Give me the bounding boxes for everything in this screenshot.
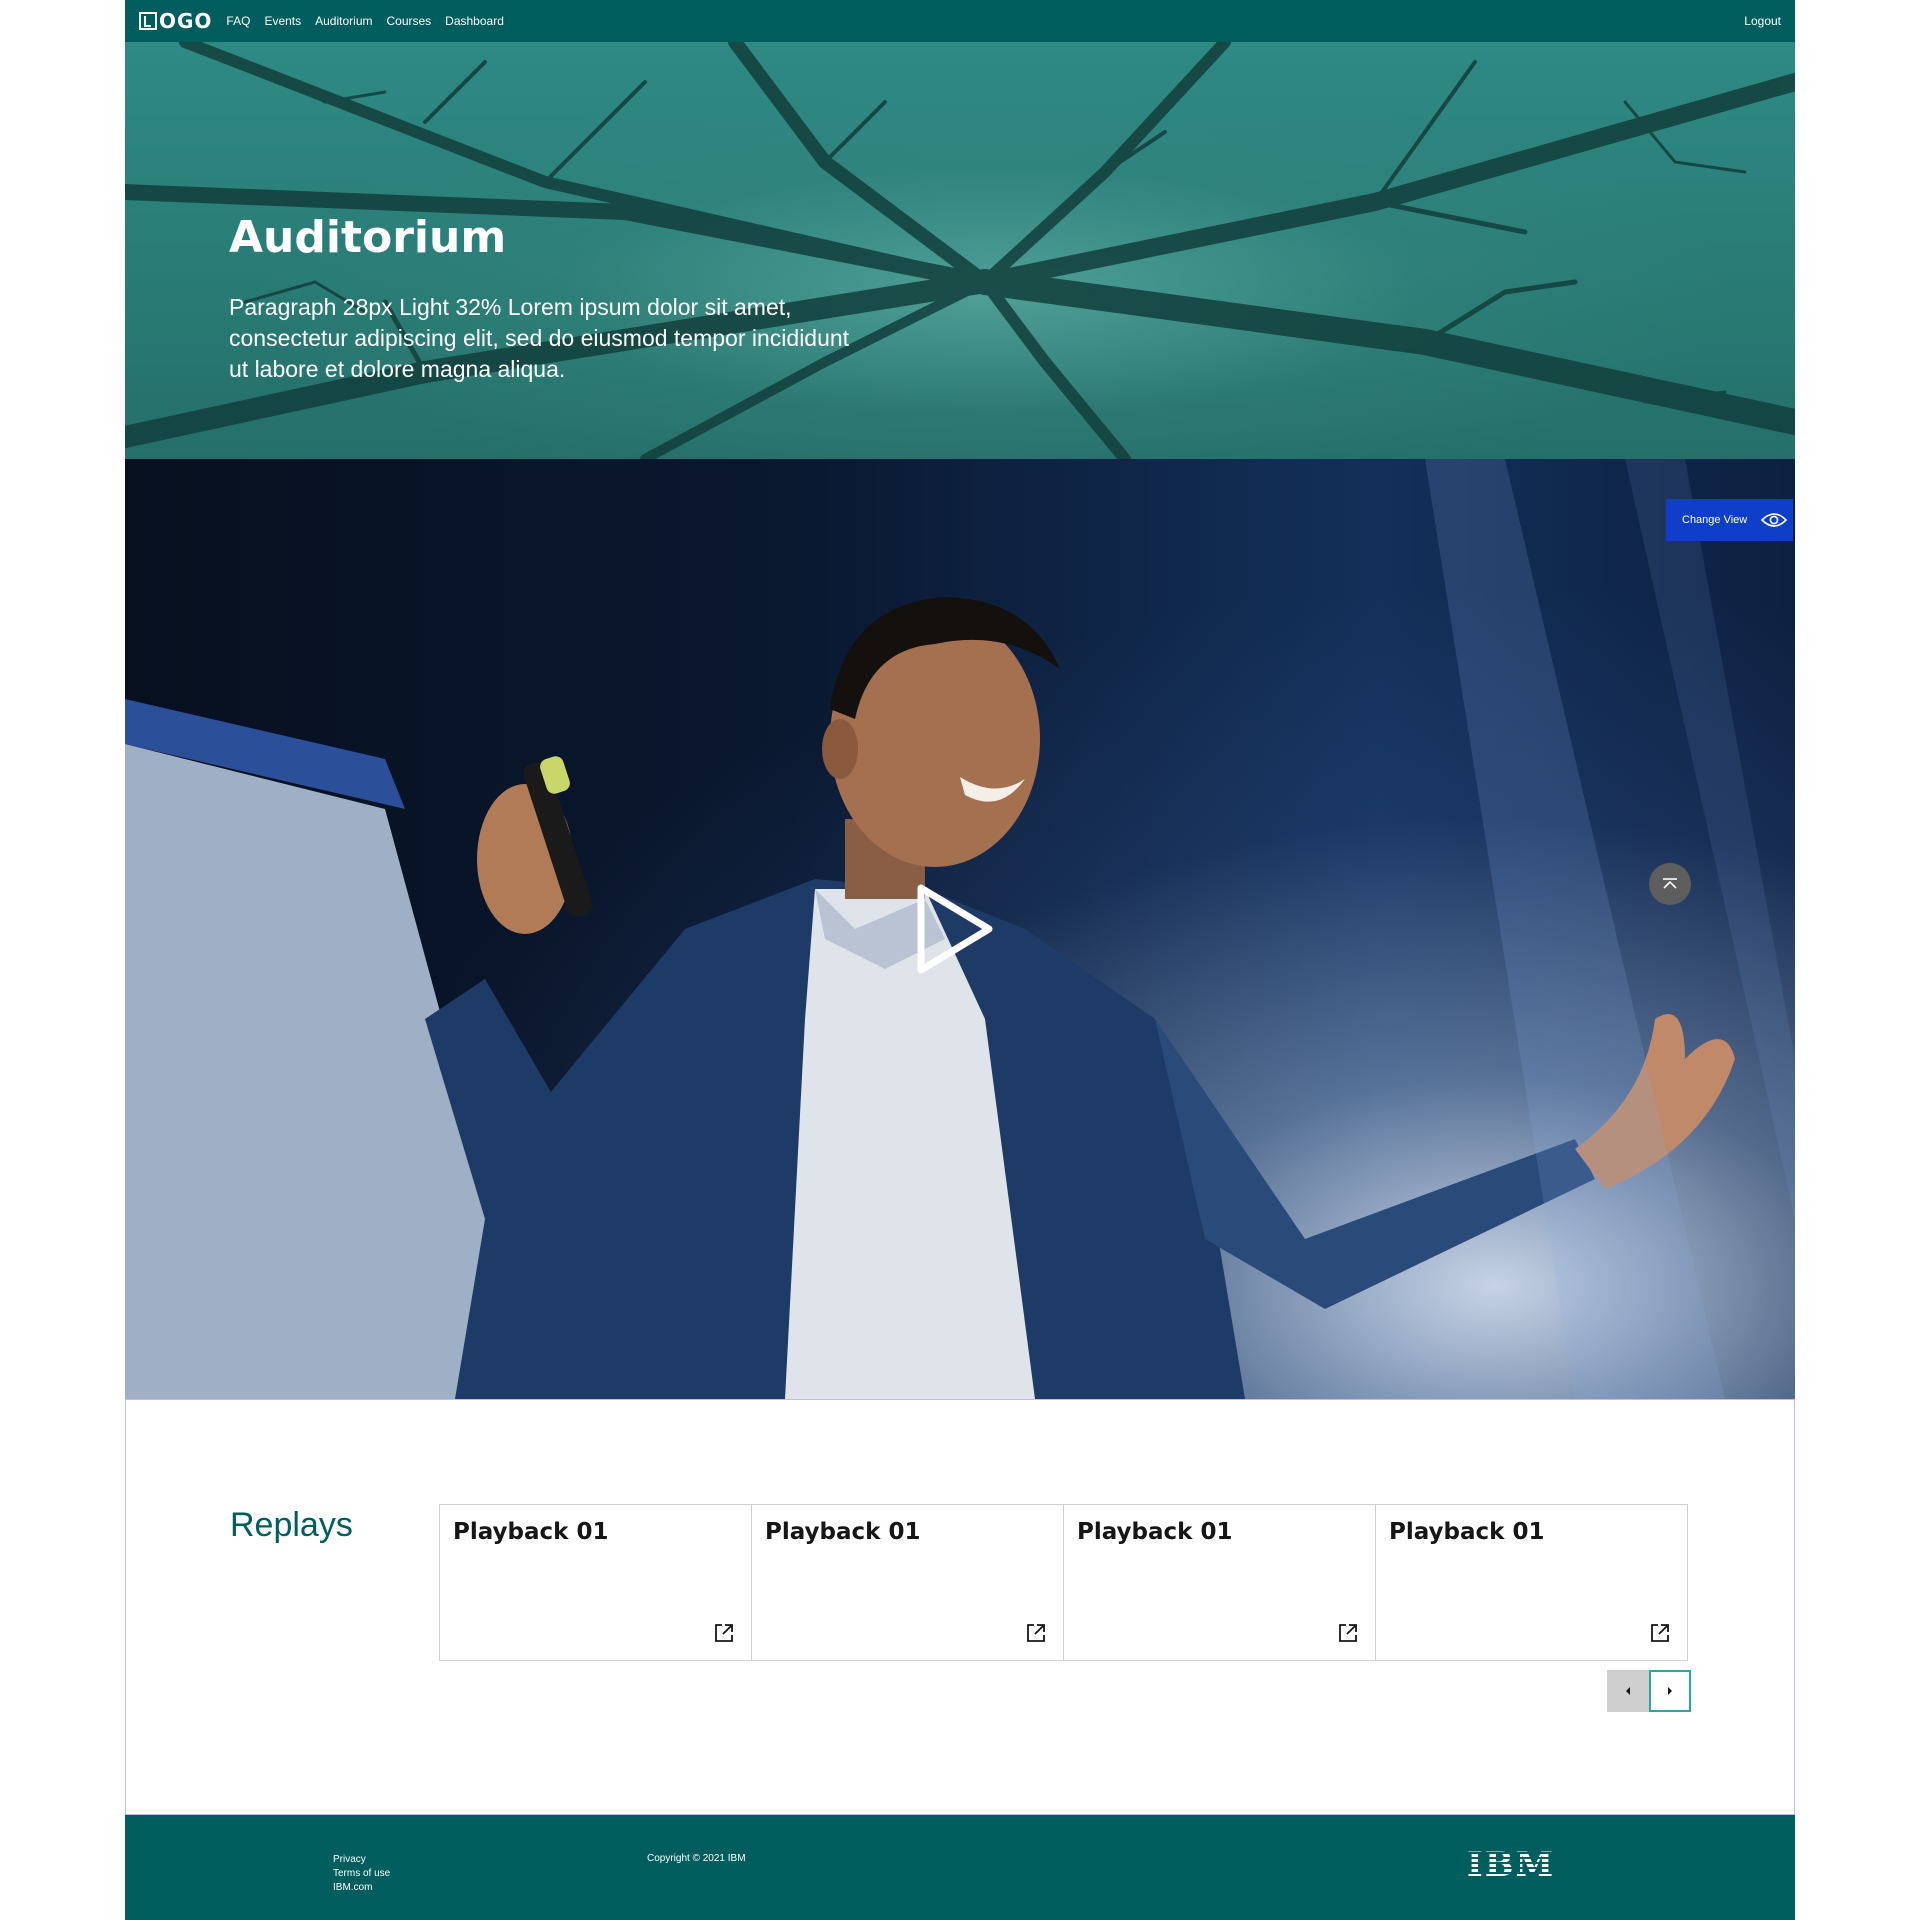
video-player[interactable]: Change View bbox=[125, 459, 1795, 1399]
copyright-text: Copyright © 2021 IBM bbox=[647, 1853, 746, 1864]
replay-card-title: Playback 01 bbox=[453, 1519, 609, 1545]
svg-text:IBM: IBM bbox=[1467, 1845, 1555, 1885]
scroll-to-top-button[interactable] bbox=[1649, 863, 1691, 905]
launch-icon bbox=[1027, 1624, 1045, 1642]
caret-left-icon bbox=[1626, 1687, 1630, 1695]
hero-banner: Auditorium Paragraph 28px Light 32% Lore… bbox=[125, 42, 1795, 459]
page: OGO FAQ Events Auditorium Courses Dashbo… bbox=[125, 0, 1795, 1920]
replay-card[interactable]: Playback 01 bbox=[1375, 1504, 1688, 1661]
launch-icon bbox=[715, 1624, 733, 1642]
replays-section: Replays Playback 01 Playback 01 Playback… bbox=[125, 1399, 1795, 1815]
footer: Privacy Terms of use IBM.com Copyright ©… bbox=[125, 1815, 1795, 1920]
footer-link-ibm-com[interactable]: IBM.com bbox=[333, 1881, 390, 1895]
replay-card[interactable]: Playback 01 bbox=[439, 1504, 752, 1661]
logo-text: OGO bbox=[159, 9, 213, 33]
top-nav: OGO FAQ Events Auditorium Courses Dashbo… bbox=[125, 0, 1795, 42]
change-view-label: Change View bbox=[1682, 514, 1748, 526]
replay-card-title: Playback 01 bbox=[1077, 1519, 1233, 1545]
nav-link-events[interactable]: Events bbox=[264, 14, 301, 28]
arrow-up-to-top-icon bbox=[1663, 878, 1677, 889]
caret-right-icon bbox=[1668, 1687, 1672, 1695]
footer-link-terms[interactable]: Terms of use bbox=[333, 1867, 390, 1881]
replay-card[interactable]: Playback 01 bbox=[1063, 1504, 1376, 1661]
logout-link[interactable]: Logout bbox=[1744, 14, 1781, 28]
previous-button[interactable] bbox=[1607, 1670, 1649, 1712]
play-icon[interactable] bbox=[915, 884, 995, 974]
launch-icon bbox=[1339, 1624, 1357, 1642]
change-view-button[interactable]: Change View bbox=[1666, 499, 1793, 541]
replay-card-title: Playback 01 bbox=[1389, 1519, 1545, 1545]
logo[interactable]: OGO bbox=[139, 11, 212, 31]
replays-title: Replays bbox=[230, 1506, 353, 1544]
nav-link-faq[interactable]: FAQ bbox=[226, 14, 250, 28]
replay-card[interactable]: Playback 01 bbox=[751, 1504, 1064, 1661]
logo-mark-icon bbox=[139, 12, 157, 30]
nav-links: FAQ Events Auditorium Courses Dashboard bbox=[226, 14, 503, 28]
page-title: Auditorium bbox=[229, 212, 507, 263]
carousel-pager bbox=[1607, 1670, 1691, 1712]
eye-icon bbox=[1761, 513, 1788, 527]
launch-icon bbox=[1651, 1624, 1669, 1642]
nav-link-dashboard[interactable]: Dashboard bbox=[445, 14, 504, 28]
replay-cards: Playback 01 Playback 01 Playback 01 Play… bbox=[439, 1504, 1688, 1661]
footer-links: Privacy Terms of use IBM.com bbox=[333, 1853, 390, 1895]
footer-link-privacy[interactable]: Privacy bbox=[333, 1853, 390, 1867]
ibm-logo: IBM bbox=[1463, 1845, 1559, 1885]
next-button[interactable] bbox=[1649, 1670, 1691, 1712]
nav-link-courses[interactable]: Courses bbox=[386, 14, 431, 28]
hero-paragraph: Paragraph 28px Light 32% Lorem ipsum dol… bbox=[229, 294, 850, 382]
replay-card-title: Playback 01 bbox=[765, 1519, 921, 1545]
nav-link-auditorium[interactable]: Auditorium bbox=[315, 14, 372, 28]
